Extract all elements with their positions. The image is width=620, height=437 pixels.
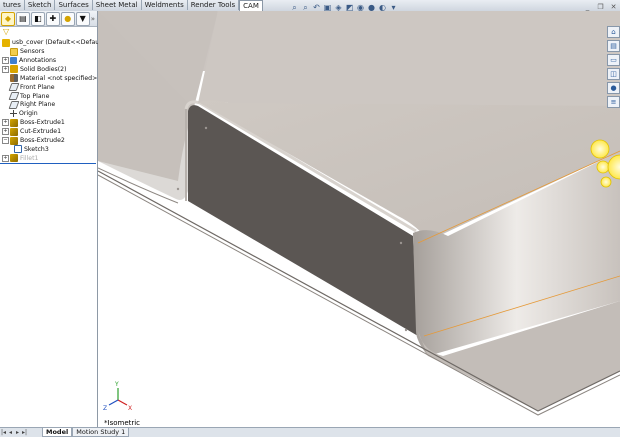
prev-tab-icon[interactable]: ◂ (7, 429, 14, 436)
tree-item-top-plane[interactable]: Top Plane (2, 92, 49, 101)
appearances-icon[interactable]: ● (607, 82, 620, 94)
tab-tures[interactable]: tures (0, 0, 25, 10)
custom-properties-icon[interactable]: ≡ (607, 96, 620, 108)
last-tab-icon[interactable]: ▸| (21, 429, 28, 436)
top-surface-upper (198, 11, 620, 106)
triad-y-label: Y (114, 381, 119, 388)
view-orientation-label: *Isometric (104, 419, 141, 427)
tree-item-annotations[interactable]: + Annotations (2, 56, 56, 65)
sketch-icon (14, 145, 22, 154)
tree-root-label: usb_cover (Default<<Default>_ (12, 39, 112, 46)
tree-item-cut-extrude1[interactable]: + Cut-Extrude1 (2, 127, 61, 136)
tab-sketch[interactable]: Sketch (25, 0, 56, 10)
tree-item-label: Sketch3 (24, 145, 49, 153)
solid-icon (10, 65, 18, 74)
tree-item-boss-extrude2[interactable]: − Boss-Extrude2 (2, 136, 65, 145)
hole-mark-1 (204, 126, 208, 130)
graphics-area[interactable]: Y X Z (98, 11, 620, 427)
annot-icon (10, 56, 17, 64)
plane-icon (8, 100, 20, 109)
cam-manager-icon[interactable]: ▼ (75, 11, 90, 26)
panel-tabs: ◆ ▤ ◧ ✚ ● ▼ » (0, 11, 97, 27)
tab-surfaces[interactable]: Surfaces (55, 0, 93, 10)
tree-item-sensors[interactable]: Sensors (2, 47, 44, 56)
hole-mark-3 (176, 187, 180, 191)
tree-item-front-plane[interactable]: Front Plane (2, 83, 55, 92)
feat-icon (10, 118, 18, 127)
tree-item-label: Front Plane (20, 83, 55, 91)
expand-icon[interactable]: − (2, 137, 9, 144)
expand-icon[interactable]: + (2, 119, 9, 127)
expand-icon[interactable]: + (2, 128, 9, 136)
filter-icon[interactable]: ▽ (0, 27, 97, 37)
expand-icon[interactable]: + (2, 154, 9, 162)
view-palette-icon[interactable]: ◫ (607, 68, 620, 80)
part-model[interactable]: Y X Z (98, 11, 620, 427)
coordinate-triad: Y X Z (103, 381, 132, 412)
tree-item-boss-extrude1[interactable]: + Boss-Extrude1 (2, 118, 65, 127)
tree-item-origin[interactable]: Origin (2, 109, 38, 118)
tree-item-right-plane[interactable]: Right Plane (2, 100, 55, 109)
plane-icon (8, 92, 20, 100)
tree-item-label: Right Plane (20, 101, 56, 109)
part-icon (2, 38, 10, 47)
feature-manager-icon[interactable]: ◆ (1, 11, 15, 26)
tab-render-tools[interactable]: Render Tools (188, 0, 240, 10)
tree-item-label: Boss-Extrude1 (20, 119, 65, 127)
configuration-manager-icon[interactable]: ◧ (30, 11, 45, 26)
origin-icon (10, 110, 17, 118)
tree-item-label: Solid Bodies(2) (20, 65, 67, 73)
tab-sheet-metal[interactable]: Sheet Metal (93, 0, 142, 10)
panel-collapse-icon[interactable]: » (91, 15, 95, 23)
hole-mark-2 (399, 241, 403, 245)
tree-item-sketch3[interactable]: Sketch3 (14, 145, 49, 154)
tree-root-part[interactable]: usb_cover (Default<<Default>_ (2, 38, 112, 47)
task-pane-tabs: ⌂ ▤ ▭ ◫ ● ≡ (607, 26, 620, 108)
tree-item-label: Top Plane (20, 92, 50, 100)
design-library-icon[interactable]: ▤ (607, 40, 620, 52)
feature-manager-panel: ◆ ▤ ◧ ✚ ● ▼ » ▽ usb_cover (Default<<Defa… (0, 11, 112, 427)
file-explorer-icon[interactable]: ▭ (607, 54, 620, 66)
plane-icon (8, 83, 20, 92)
expand-icon[interactable]: + (2, 56, 9, 64)
triad-z-label: Z (103, 405, 107, 412)
feat-icon (10, 136, 18, 145)
tree-item-label: Origin (19, 110, 38, 118)
tree-item-solid-bodies-2-[interactable]: + Solid Bodies(2) (2, 65, 67, 74)
minimize-icon[interactable]: _ (583, 3, 592, 11)
triad-x-label: X (128, 405, 132, 412)
tree-item-fillet1[interactable]: + Fillet1 (2, 154, 38, 163)
dimxpert-icon[interactable]: ✚ (45, 11, 60, 26)
property-manager-icon[interactable]: ▤ (15, 11, 30, 26)
expand-icon[interactable]: + (2, 65, 9, 73)
feat-icon (10, 154, 18, 163)
restore-icon[interactable]: ❐ (596, 3, 605, 11)
hole-mark-4 (404, 328, 408, 332)
tree-item-label: Annotations (19, 56, 57, 64)
tree-item-label: Material <not specified> (20, 74, 98, 82)
display-manager-icon[interactable]: ● (60, 11, 75, 26)
tree-item-material-not-specified-[interactable]: Material <not specified> (2, 74, 97, 83)
tree-item-label: Fillet1 (20, 154, 39, 162)
close-icon[interactable]: ✕ (609, 3, 618, 11)
tree-item-label: Boss-Extrude2 (20, 137, 65, 144)
folder-icon (10, 47, 18, 56)
resources-icon[interactable]: ⌂ (607, 26, 620, 38)
window-controls: _ ❐ ✕ (583, 3, 618, 11)
tree-item-label: Sensors (20, 48, 45, 55)
next-tab-icon[interactable]: ▸ (14, 429, 21, 436)
feat-icon (10, 127, 18, 136)
rollback-bar[interactable] (0, 163, 96, 164)
mat-icon (10, 74, 18, 83)
first-tab-icon[interactable]: |◂ (0, 429, 7, 436)
tree-item-label: Cut-Extrude1 (20, 128, 62, 136)
tab-weldments[interactable]: Weldments (142, 0, 188, 10)
